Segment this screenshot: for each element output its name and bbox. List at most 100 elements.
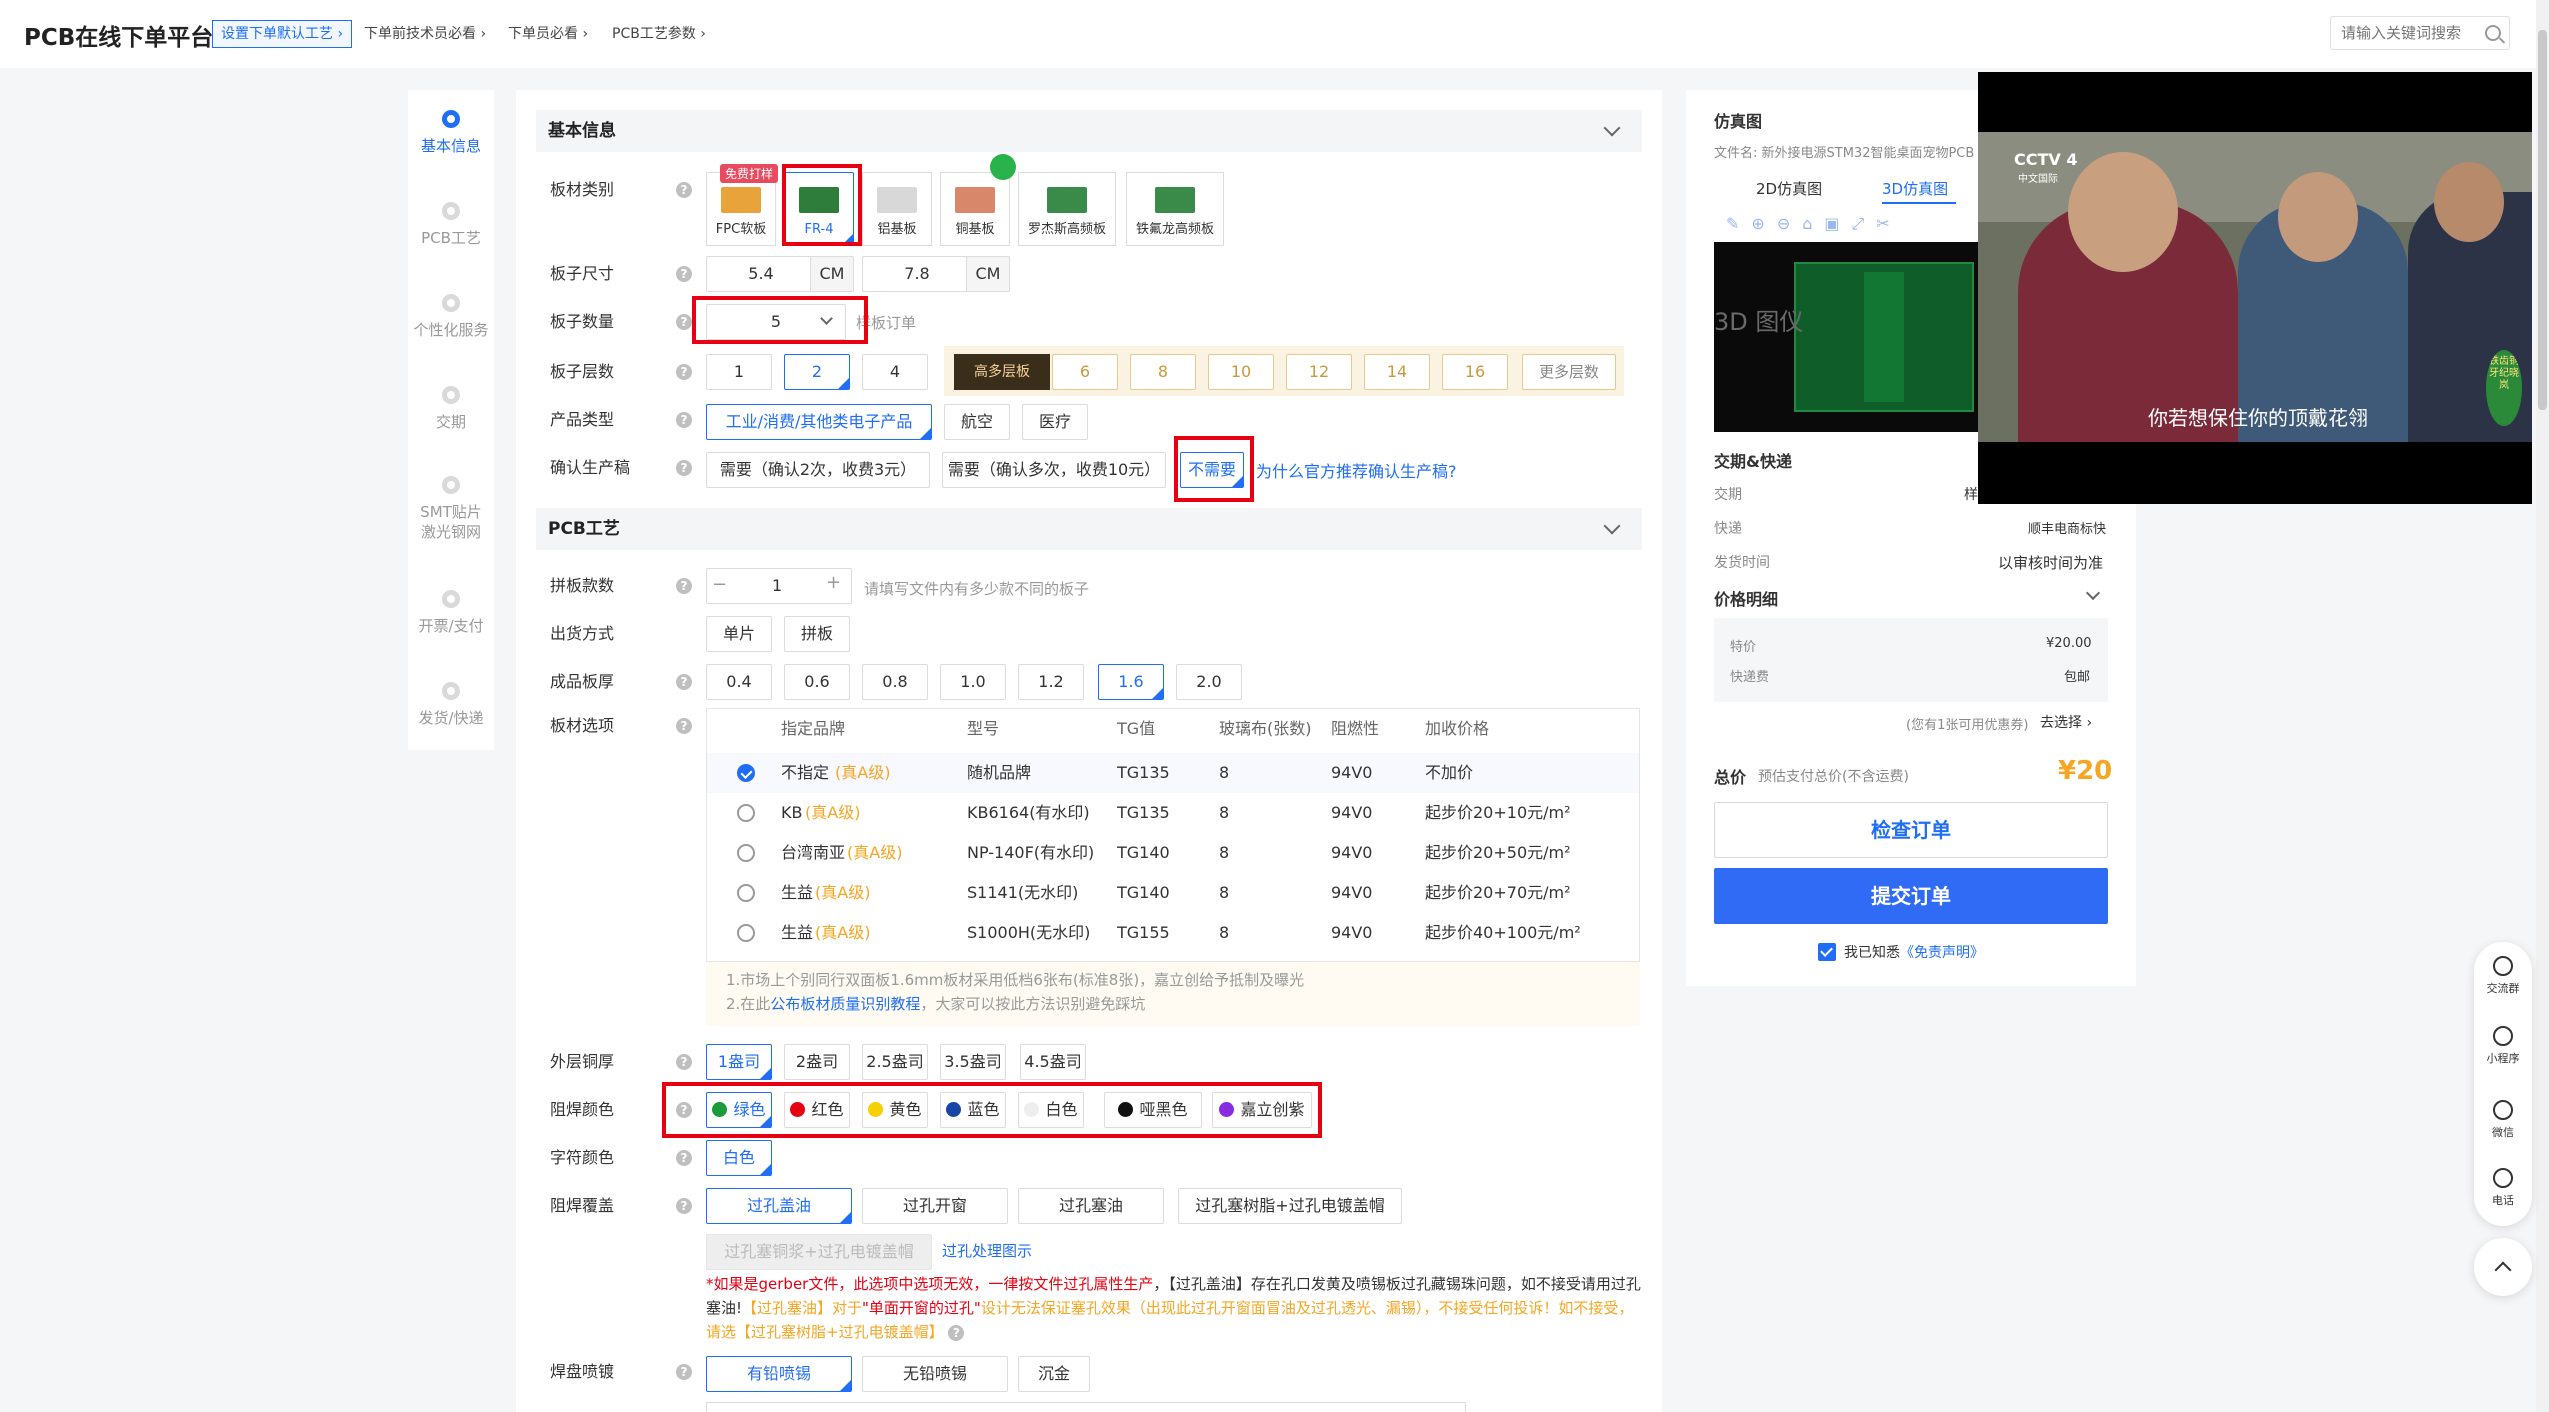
table-row[interactable]: 台湾南亚 (真A级) NP-140F(有水印) TG140 8 94V0 起步价2… (707, 833, 1639, 873)
product-aviation[interactable]: 航空 (944, 404, 1010, 440)
contact-group-button[interactable]: 交流群 (2474, 956, 2532, 996)
tab-3d-sim[interactable]: 3D仿真图 (1882, 178, 1948, 199)
video-overlay[interactable]: CCTV 4 中文国际 铁齿铜牙纪晓岚 你若想保住你的顶戴花翎 (1978, 72, 2532, 504)
thickness-0-6[interactable]: 0.6 (784, 664, 850, 700)
phone-button[interactable]: 电话 (2474, 1168, 2532, 1208)
help-icon[interactable]: ? (676, 412, 692, 428)
layer-2[interactable]: 2 (784, 354, 850, 390)
copper-4-5oz[interactable]: 4.5盎司 (1020, 1044, 1086, 1080)
disclaimer-link[interactable]: 《免责声明》 (1900, 945, 1984, 961)
agree-checkbox[interactable] (1818, 943, 1836, 961)
submit-order-button[interactable]: 提交订单 (1714, 868, 2108, 924)
copper-3-5oz[interactable]: 3.5盎司 (940, 1044, 1006, 1080)
copper-2oz[interactable]: 2盎司 (784, 1044, 850, 1080)
back-to-top-button[interactable] (2474, 1238, 2532, 1296)
ship-panel[interactable]: 拼板 (784, 616, 850, 652)
radio[interactable] (737, 924, 755, 942)
copper-2-5oz[interactable]: 2.5盎司 (862, 1044, 928, 1080)
thickness-1-2[interactable]: 1.2 (1018, 664, 1084, 700)
material-teflon[interactable]: 铁氟龙高频板 (1126, 172, 1224, 246)
help-icon[interactable]: ? (676, 674, 692, 690)
step-shipping[interactable]: 发货/快递 (408, 682, 494, 728)
help-icon[interactable]: ? (676, 578, 692, 594)
mini-program-button[interactable]: 小程序 (2474, 1026, 2532, 1066)
chevron-down-icon[interactable] (1603, 517, 1621, 535)
help-icon[interactable]: ? (676, 364, 692, 380)
material-copper[interactable]: 铜基板 (940, 172, 1010, 246)
thickness-0-4[interactable]: 0.4 (706, 664, 772, 700)
viewer-toolbar-icons[interactable]: ✎⊕⊖⌂▣⤢✂ (1726, 214, 1976, 234)
help-icon[interactable]: ? (676, 460, 692, 476)
tab-2d-sim[interactable]: 2D仿真图 (1756, 178, 1822, 199)
confirm-why-link[interactable]: 为什么官方推荐确认生产稿? (1256, 458, 1457, 482)
check-order-button[interactable]: 检查订单 (1714, 802, 2108, 858)
help-icon[interactable]: ? (676, 718, 692, 734)
step-basic-info[interactable]: 基本信息 (408, 110, 494, 156)
material-rogers[interactable]: 罗杰斯高频板 (1018, 172, 1116, 246)
help-icon[interactable]: ? (676, 266, 692, 282)
section-pcb-header[interactable]: PCB工艺 (536, 508, 1642, 550)
copper-1oz[interactable]: 1盎司 (706, 1044, 772, 1080)
stepper-minus-button[interactable]: − (712, 574, 727, 595)
thickness-0-8[interactable]: 0.8 (862, 664, 928, 700)
cover-plugged[interactable]: 过孔塞油 (1018, 1188, 1164, 1224)
silk-white[interactable]: 白色 (706, 1140, 772, 1176)
more-layers-select[interactable]: 更多层数 (1522, 354, 1616, 390)
breadcrumb-tech-must-read[interactable]: 下单前技术员必看 › (364, 20, 486, 48)
pad-leaded-hasl[interactable]: 有铅喷锡 (706, 1356, 852, 1392)
radio-selected[interactable] (737, 764, 755, 782)
step-delivery-time[interactable]: 交期 (408, 386, 494, 432)
layer-1[interactable]: 1 (706, 354, 772, 390)
radio[interactable] (737, 844, 755, 862)
step-pcb-process[interactable]: PCB工艺 (408, 202, 494, 248)
size-width-input[interactable]: 5.4 (706, 256, 816, 292)
layer-12[interactable]: 12 (1286, 354, 1352, 390)
cover-open[interactable]: 过孔开窗 (862, 1188, 1008, 1224)
table-row[interactable]: KB (真A级) KB6164(有水印) TG135 8 94V0 起步价20+1… (707, 793, 1639, 833)
thickness-2-0[interactable]: 2.0 (1176, 664, 1242, 700)
help-icon[interactable]: ? (676, 1054, 692, 1070)
wechat-button[interactable]: 微信 (2474, 1100, 2532, 1140)
stepper-plus-button[interactable]: + (826, 572, 841, 593)
table-row[interactable]: 生益 (真A级) S1141(无水印) TG140 8 94V0 起步价20+70… (707, 873, 1639, 913)
panel-value[interactable]: 1 (772, 576, 782, 595)
search-icon[interactable] (2485, 25, 2501, 41)
radio[interactable] (737, 884, 755, 902)
material-fpc[interactable]: FPC软板 (706, 172, 776, 246)
layer-6[interactable]: 6 (1052, 354, 1118, 390)
help-icon[interactable]: ? (676, 1364, 692, 1380)
thickness-1-6[interactable]: 1.6 (1098, 664, 1164, 700)
product-medical[interactable]: 医疗 (1022, 404, 1088, 440)
cover-resin[interactable]: 过孔塞树脂+过孔电镀盖帽 (1178, 1188, 1402, 1224)
layer-14[interactable]: 14 (1364, 354, 1430, 390)
layer-8[interactable]: 8 (1130, 354, 1196, 390)
step-custom-service[interactable]: 个性化服务 (408, 294, 494, 340)
breadcrumb-order-must-read[interactable]: 下单员必看 › (508, 20, 588, 48)
help-icon[interactable]: ? (676, 1198, 692, 1214)
coupon-select-link[interactable]: 去选择 › (2040, 712, 2092, 732)
pad-leadfree-hasl[interactable]: 无铅喷锡 (862, 1356, 1008, 1392)
step-invoice-pay[interactable]: 开票/支付 (408, 590, 494, 636)
step-smt[interactable]: SMT贴片 激光钢网 (408, 476, 494, 542)
material-aluminum[interactable]: 铝基板 (862, 172, 932, 246)
layer-10[interactable]: 10 (1208, 354, 1274, 390)
help-icon[interactable]: ? (676, 1150, 692, 1166)
size-height-input[interactable]: 7.8 (862, 256, 972, 292)
chevron-down-icon[interactable] (1603, 119, 1621, 137)
layer-4[interactable]: 4 (862, 354, 928, 390)
breadcrumb-default-process[interactable]: 设置下单默认工艺 › (212, 20, 353, 48)
page-scrollbar-thumb[interactable] (2538, 30, 2547, 410)
ship-single[interactable]: 单片 (706, 616, 772, 652)
board-tutorial-link[interactable]: 公布板材质量识别教程 (770, 995, 920, 1013)
confirm-many[interactable]: 需要（确认多次，收费10元） (942, 452, 1166, 488)
radio[interactable] (737, 804, 755, 822)
cover-diagram-link[interactable]: 过孔处理图示 (942, 1240, 1032, 1261)
section-basic-header[interactable]: 基本信息 (536, 110, 1642, 152)
cover-tented[interactable]: 过孔盖油 (706, 1188, 852, 1224)
table-row[interactable]: 生益 (真A级) S1000H(无水印) TG155 8 94V0 起步价40+1… (707, 913, 1639, 953)
thickness-1-0[interactable]: 1.0 (940, 664, 1006, 700)
pad-enig[interactable]: 沉金 (1018, 1356, 1090, 1392)
layer-16[interactable]: 16 (1442, 354, 1508, 390)
help-icon[interactable]: ? (676, 182, 692, 198)
confirm-twice[interactable]: 需要（确认2次，收费3元） (706, 452, 930, 488)
